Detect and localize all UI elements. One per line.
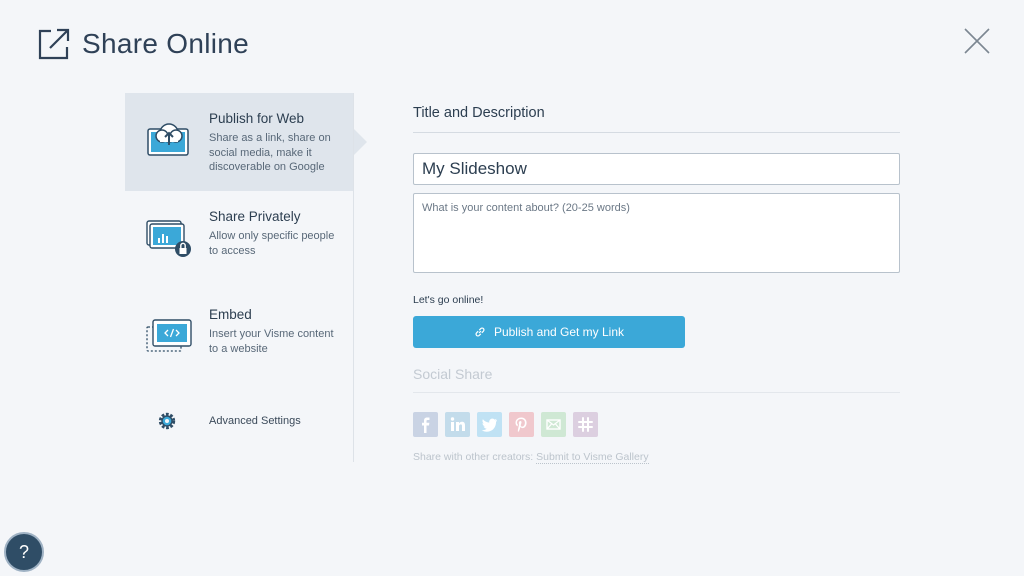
page-title: Share Online [82,28,250,59]
description-input[interactable] [413,193,900,273]
gallery-prefix: Share with other creators: [413,451,534,463]
linkedin-icon[interactable] [445,412,470,437]
lock-chart-icon [146,220,191,257]
advanced-settings-label: Advanced Settings [209,415,301,427]
social-share-row [413,412,900,437]
sidebar-item-desc: Share as a link, share on social media, … [209,132,331,173]
sidebar-item-title: Embed [209,307,252,322]
header: Share Online [36,26,249,62]
sidebar-item-title: Publish for Web [209,111,305,126]
slack-icon[interactable] [573,412,598,437]
gear-icon [158,412,176,430]
sidebar-item-title: Share Privately [209,209,301,224]
gallery-line: Share with other creators: Submit to Vis… [413,451,900,464]
main-panel: Title and Description Let's go online! P… [413,105,900,464]
title-input[interactable] [413,153,900,185]
link-icon [475,327,485,337]
sidebar-item-publish-web[interactable]: Publish for Web Share as a link, share o… [125,93,367,191]
help-button[interactable]: ? [4,532,44,572]
gallery-link[interactable]: Submit to Visme Gallery [536,451,649,464]
sidebar: Publish for Web Share as a link, share o… [125,93,367,462]
go-online-label: Let's go online! [413,294,484,306]
embed-code-icon [146,319,192,352]
publish-button[interactable]: Publish and Get my Link [413,316,685,348]
social-share-title: Social Share [413,366,900,393]
sidebar-item-desc: Allow only specific people to access [209,230,335,257]
close-icon[interactable] [962,26,992,56]
advanced-settings-button[interactable]: Advanced Settings [125,401,353,441]
pinterest-icon[interactable] [509,412,534,437]
facebook-icon[interactable] [413,412,438,437]
sidebar-item-share-privately[interactable]: Share Privately Allow only specific peop… [125,191,353,289]
sidebar-item-desc: Insert your Visme content to a website [209,328,334,355]
external-share-icon [38,28,70,60]
sidebar-item-embed[interactable]: Embed Insert your Visme content to a web… [125,289,353,387]
cloud-upload-icon [147,123,189,156]
twitter-icon[interactable] [477,412,502,437]
publish-button-label: Publish and Get my Link [493,325,625,339]
email-icon[interactable] [541,412,566,437]
section-title: Title and Description [413,105,900,133]
